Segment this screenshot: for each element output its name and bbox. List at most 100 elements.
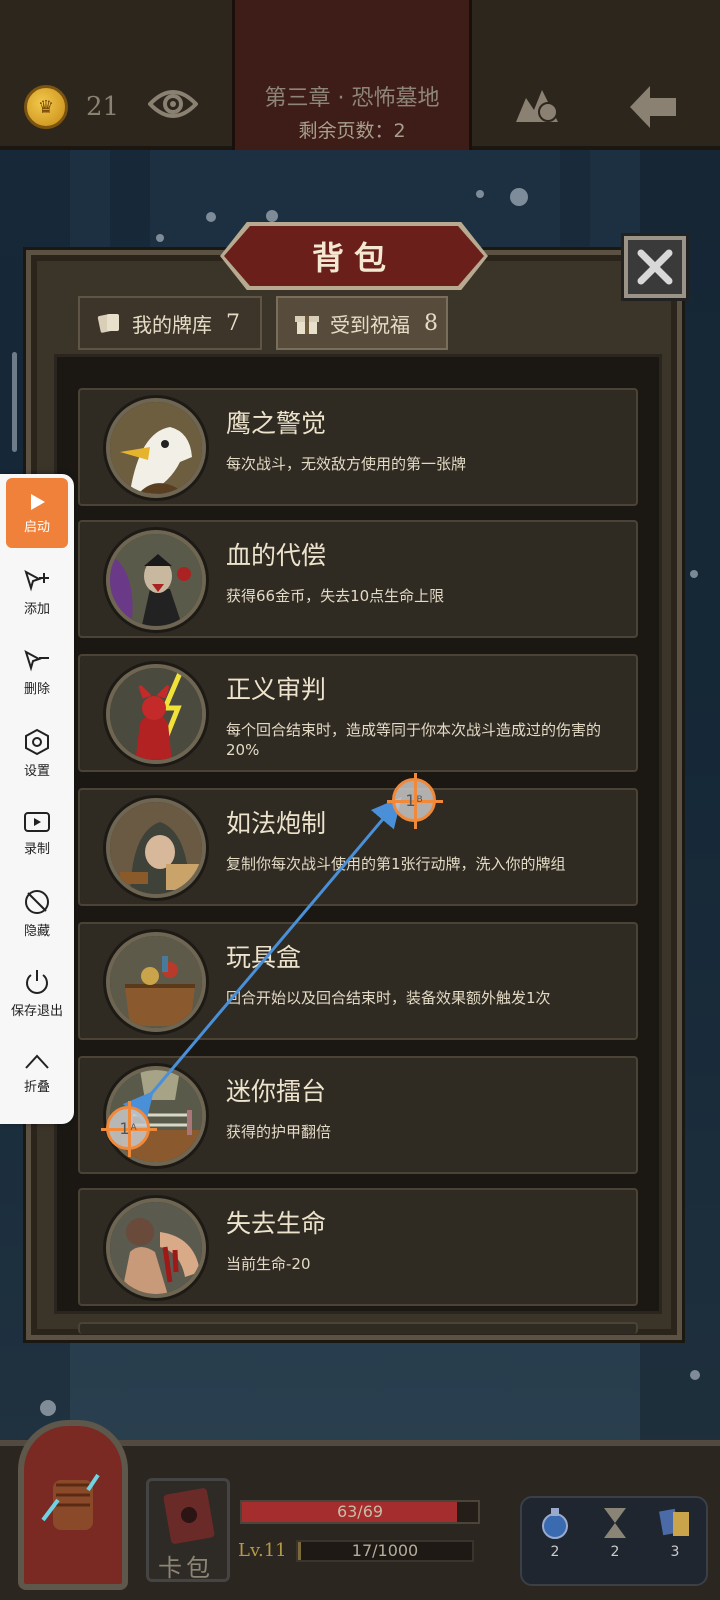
blessing-item-partial <box>78 1322 638 1334</box>
blessing-name: 鹰之警觉 <box>226 409 327 438</box>
blessing-name: 正义审判 <box>226 675 327 704</box>
tap-marker-a[interactable]: 1A <box>101 1101 157 1157</box>
chevron-up-icon <box>25 1054 49 1069</box>
toolbar-label: 折叠 <box>23 1079 50 1095</box>
blessing-item[interactable]: 血的代偿 获得66金币，失去10点生命上限 <box>78 520 638 638</box>
toolbar-label: 隐藏 <box>23 923 50 939</box>
blessing-description: 每次战斗，无效敌方使用的第一张牌 <box>226 455 467 473</box>
xp-bar: 17/1000 <box>296 1540 474 1562</box>
chapter-banner: 第三章 · 恐怖墓地 剩余页数：2 <box>232 0 472 150</box>
tab-label: 受到祝福 <box>330 312 410 337</box>
toolbar-label: 保存退出 <box>10 1003 63 1019</box>
eagle-icon <box>106 398 206 498</box>
close-button[interactable] <box>621 233 689 301</box>
toy-box-icon <box>106 932 206 1032</box>
toolbar-label: 添加 <box>23 601 50 617</box>
vampire-icon <box>106 530 206 630</box>
xp-text: 17/1000 <box>351 1541 419 1560</box>
settings-button[interactable]: 设置 <box>6 718 68 788</box>
potion-icon <box>542 1508 568 1539</box>
card-pack-label: 卡包 <box>158 1554 214 1582</box>
power-icon <box>26 969 48 994</box>
toolbar-label: 设置 <box>23 763 50 779</box>
cards-icon <box>659 1508 689 1536</box>
top-bar: ♛ 21 第三章 · 恐怖墓地 剩余页数：2 <box>0 0 720 150</box>
start-button[interactable]: 启动 <box>6 478 68 548</box>
gold-count: 21 <box>86 92 120 122</box>
blessing-item[interactable]: 正义审判 每个回合结束时，造成等同于你本次战斗造成过的伤害的20% <box>78 654 638 772</box>
marker-number: 1 <box>119 1118 130 1138</box>
hide-icon <box>25 889 49 914</box>
hero-portrait[interactable] <box>18 1420 128 1590</box>
hourglass-slot[interactable]: 2 <box>590 1504 640 1560</box>
hp-bar: 63/69 <box>240 1500 480 1524</box>
panel-title: 背包 <box>224 226 484 286</box>
blessing-description: 获得66金币，失去10点生命上限 <box>226 587 445 605</box>
toolbar-label: 录制 <box>23 841 50 857</box>
add-pointer-icon <box>24 569 49 591</box>
blessing-name: 血的代偿 <box>226 541 327 570</box>
save-exit-button[interactable]: 保存退出 <box>6 958 68 1028</box>
potion-count: 2 <box>550 1544 560 1560</box>
blessing-item[interactable]: 迷你擂台 获得的护甲翻倍 <box>78 1056 638 1174</box>
tab-my-deck[interactable]: 我的牌库 7 <box>78 296 262 350</box>
remove-button[interactable]: 删除 <box>6 638 68 708</box>
marker-number: 1 <box>405 790 416 810</box>
potion-slot[interactable]: 2 <box>530 1504 580 1560</box>
hp-text: 63/69 <box>336 1502 384 1521</box>
blessing-name: 玩具盒 <box>226 943 302 972</box>
close-icon <box>637 249 673 285</box>
cards-count: 3 <box>670 1544 680 1560</box>
blessing-item[interactable]: 如法炮制 复制你每次战斗使用的第1张行动牌，洗入你的牌组 <box>78 788 638 906</box>
remove-pointer-icon <box>24 649 49 671</box>
red-demon-icon <box>106 664 206 764</box>
player-level: Lv.11 <box>238 1540 287 1561</box>
tab-count: 7 <box>226 310 240 336</box>
cards-icon <box>97 314 119 333</box>
card-pack-icon <box>163 1488 215 1544</box>
record-button[interactable]: 录制 <box>6 798 68 868</box>
play-icon <box>31 493 45 510</box>
pages-remaining: 剩余页数：2 <box>298 120 406 142</box>
blessing-description: 回合开始以及回合结束时，装备效果额外触发1次 <box>226 989 551 1007</box>
collapse-button[interactable]: 折叠 <box>6 1038 68 1108</box>
marker-tag: A <box>130 1123 137 1133</box>
blessing-name: 如法炮制 <box>226 809 327 838</box>
blessing-item[interactable]: 失去生命 当前生命-20 <box>78 1188 638 1306</box>
toolbar-label: 启动 <box>23 519 50 535</box>
hourglass-icon <box>604 1508 626 1538</box>
gold-coin-icon: ♛ <box>24 85 68 129</box>
panel-title-text: 背包 <box>311 239 396 277</box>
tab-label: 我的牌库 <box>132 312 212 337</box>
blessing-description: 每个回合结束时，造成等同于你本次战斗造成过的伤害的20% <box>226 721 602 759</box>
blessing-description: 获得的护甲翻倍 <box>226 1123 332 1141</box>
bleeding-arm-icon <box>106 1198 206 1298</box>
hourglass-count: 2 <box>610 1544 620 1560</box>
consumables-box: 2 2 3 <box>520 1496 708 1586</box>
hide-button[interactable]: 隐藏 <box>6 878 68 948</box>
settings-hex-icon <box>25 728 49 755</box>
fist-icon <box>41 1473 100 1530</box>
blessing-description: 复制你每次战斗使用的第1张行动牌，洗入你的牌组 <box>226 855 566 873</box>
gift-box-icon <box>295 316 319 334</box>
toolbar-label: 删除 <box>23 681 50 697</box>
marker-tag: B <box>416 795 423 805</box>
automation-toolbar: 启动 添加 删除 设置 录制 隐藏 保存退出 折叠 <box>0 474 74 1124</box>
hooded-man-icon <box>106 798 206 898</box>
cards-slot[interactable]: 3 <box>650 1504 700 1560</box>
ghost-map-icon[interactable] <box>512 84 562 126</box>
tab-count: 8 <box>424 310 438 336</box>
eye-icon[interactable] <box>148 86 198 122</box>
blessing-name: 迷你擂台 <box>226 1077 327 1106</box>
record-icon <box>24 811 50 832</box>
blessing-name: 失去生命 <box>226 1209 327 1238</box>
back-arrow-icon[interactable] <box>628 84 678 130</box>
scroll-indicator <box>12 352 17 452</box>
tab-blessings[interactable]: 受到祝福 8 <box>276 296 448 350</box>
blessing-item[interactable]: 鹰之警觉 每次战斗，无效敌方使用的第一张牌 <box>78 388 638 506</box>
blessing-item[interactable]: 玩具盒 回合开始以及回合结束时，装备效果额外触发1次 <box>78 922 638 1040</box>
chapter-title: 第三章 · 恐怖墓地 <box>264 86 440 111</box>
blessing-description: 当前生命-20 <box>226 1255 311 1273</box>
tap-marker-b[interactable]: 1B <box>387 773 443 829</box>
add-button[interactable]: 添加 <box>6 558 68 628</box>
